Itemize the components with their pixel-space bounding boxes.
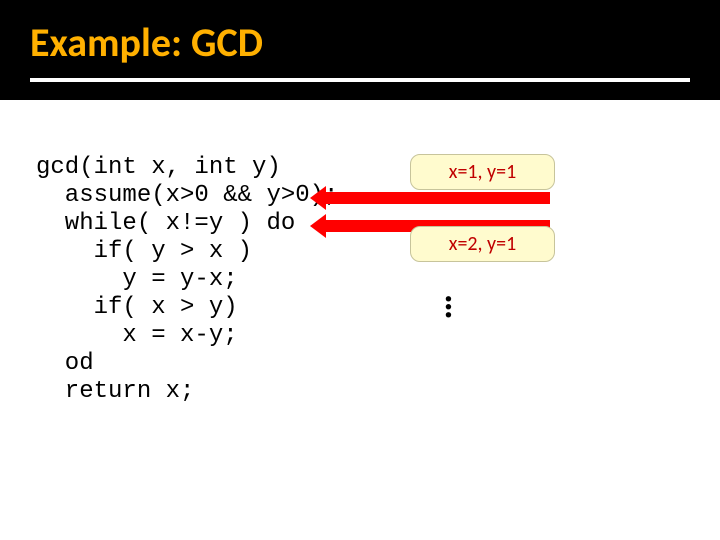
vertical-ellipsis: … — [436, 294, 480, 321]
arrow-to-assume-1 — [310, 186, 404, 210]
slide-body: gcd(int x, int y) assume(x>0 && y>0); wh… — [0, 100, 720, 540]
slide: Example: GCD gcd(int x, int y) assume(x>… — [0, 0, 720, 540]
title-bar: Example: GCD — [0, 0, 720, 100]
code-block: gcd(int x, int y) assume(x>0 && y>0); wh… — [36, 154, 338, 406]
slide-title: Example: GCD — [30, 18, 690, 67]
annotation-initial-state-1: x=1, y=1 — [410, 154, 555, 190]
title-underline — [30, 78, 690, 82]
arrow-to-while-2 — [310, 214, 404, 238]
annotation-initial-state-2: x=2, y=1 — [410, 226, 555, 262]
